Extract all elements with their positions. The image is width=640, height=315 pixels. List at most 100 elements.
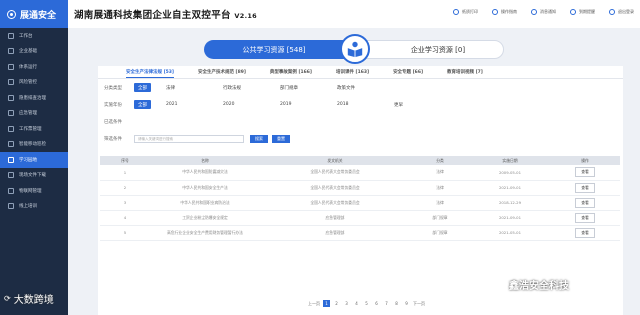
filter-type-option[interactable]: 政策文件 (337, 85, 394, 91)
filter-year-option[interactable]: 更早 (394, 102, 451, 108)
pager-page[interactable]: 2 (333, 300, 340, 307)
filter-year-row: 实施年份 全部 2021 2020 2019 2018 更早 (98, 96, 623, 113)
header-action-label: 退出登录 (618, 9, 634, 14)
pager-page[interactable]: 8 (393, 300, 400, 307)
filter-chosen-label: 已选条件 (104, 119, 122, 125)
subtab[interactable]: 教育培训视频 [7] (447, 66, 483, 78)
main-content: 公共学习资源 [548] 企业学习资源 [0] 安全生产法律法规 [53] 安全生… (68, 28, 640, 315)
filter-type-option[interactable]: 部门规章 (280, 85, 337, 91)
sidebar-item[interactable]: 应急管理 (0, 106, 68, 122)
table-cell: 法律 (410, 165, 470, 181)
subtab[interactable]: 安全生产法律法规 [53] (126, 66, 174, 78)
sidebar-item[interactable]: 隐患排查治理 (0, 90, 68, 106)
filter-type-all[interactable]: 全部 (134, 83, 151, 92)
view-button[interactable]: 查看 (575, 227, 595, 238)
sidebar-item-label: 隐患排查治理 (19, 95, 46, 101)
tab-public-resources[interactable]: 公共学习资源 [548] (204, 40, 354, 59)
filter-year-option[interactable]: 2019 (280, 102, 337, 108)
header-actions: 纸质打印 操作指南 消息通知 到期提醒 退出登录 (453, 9, 634, 15)
sidebar: 展通安全 工作台 企业基础 体系运行 风险管控隐患排查治理应急管理 工作票管理 智能移动巡… (0, 0, 68, 315)
sidebar-item[interactable]: 学习园地 (0, 152, 68, 168)
wechat-icon (493, 278, 505, 291)
view-button[interactable]: 查看 (575, 212, 595, 223)
pager-page[interactable]: 7 (383, 300, 390, 307)
table-cell: 2021-09-01 (470, 210, 550, 226)
sidebar-item-icon (8, 79, 14, 86)
pager-page[interactable]: 3 (343, 300, 350, 307)
filter-type-option[interactable]: 行政法规 (223, 85, 280, 91)
app-window: 展通安全 工作台 企业基础 体系运行 风险管控隐患排查治理应急管理 工作票管理 智能移动巡… (0, 0, 640, 315)
watermark-left: ⟳ 大数跨境 (4, 291, 54, 306)
search-button[interactable]: 搜索 (250, 134, 268, 143)
header-action[interactable]: 到期提醒 (570, 9, 595, 15)
table-cell: 2021-09-01 (470, 180, 550, 196)
filter-search-row: 筛选条件 请输入关键词进行搜索 搜索 重置 (98, 130, 623, 147)
filter-year-option[interactable]: 2018 (337, 102, 394, 108)
header-action-icon (531, 9, 537, 15)
watermark-left-text: 大数跨境 (13, 295, 54, 306)
sidebar-item-label: 物联网管理 (19, 188, 42, 194)
header-action-icon (609, 9, 615, 15)
view-button[interactable]: 查看 (575, 197, 595, 208)
watermark-left-logo-icon: ⟳ (4, 294, 11, 303)
subtab[interactable]: 培训课件 [163] (336, 66, 369, 78)
reset-button[interactable]: 重置 (272, 134, 290, 143)
sidebar-item-icon (8, 187, 14, 194)
sidebar-item[interactable]: 体系运行 (0, 59, 68, 75)
subtab[interactable]: 安全专题 [66] (393, 66, 423, 78)
filter-chosen-row: 已选条件 (98, 113, 623, 130)
table-cell: 查看 (550, 165, 620, 181)
sidebar-item-icon (8, 110, 14, 117)
sidebar-item[interactable]: 工作票管理 (0, 121, 68, 137)
filter-year-option[interactable]: 2021 (166, 102, 223, 108)
sidebar-item[interactable]: 线上培训 (0, 199, 68, 215)
pager-page[interactable]: 4 (353, 300, 360, 307)
table-header-cell: 名称 (150, 156, 260, 165)
pager-page[interactable]: 6 (373, 300, 380, 307)
table-cell: 中华人民共和国安全生产法 (150, 180, 260, 196)
search-input[interactable]: 请输入关键词进行搜索 (134, 134, 244, 143)
header-action[interactable]: 退出登录 (609, 9, 634, 15)
brand-logo[interactable]: 展通安全 (0, 0, 68, 28)
tab-enterprise-resources[interactable]: 企业学习资源 [0] (354, 40, 504, 59)
resource-tabs: 公共学习资源 [548] 企业学习资源 [0] (204, 34, 504, 64)
table-cell: 2018-12-29 (470, 195, 550, 211)
view-button[interactable]: 查看 (575, 167, 595, 178)
sidebar-item[interactable]: 智能移动巡检 (0, 137, 68, 153)
filter-year-option[interactable]: 2020 (223, 102, 280, 108)
pager-prev[interactable]: 上一页 (308, 300, 320, 307)
header-action[interactable]: 纸质打印 (453, 9, 478, 15)
table-cell: 查看 (550, 195, 620, 211)
sidebar-item[interactable]: 物联网管理 (0, 183, 68, 199)
table-header-cell: 实施日期 (470, 156, 550, 165)
table-cell: 中华人民共和国职业病防治法 (150, 195, 260, 211)
pager-next[interactable]: 下一页 (413, 300, 425, 307)
top-header: 湖南展通科技集团企业自主双控平台 V2.16 纸质打印 操作指南 消息通知 到期提醒 退… (68, 0, 640, 28)
table-cell: 部门规章 (410, 225, 470, 241)
table-row: 4 工贸企业粉尘防爆安全规定 应急管理部 部门规章 2021-09-01 查看 (100, 210, 620, 226)
table-cell: 4 (100, 210, 150, 226)
pager-page[interactable]: 1 (323, 300, 330, 307)
sidebar-item[interactable]: 现场文件下载 (0, 168, 68, 184)
view-button[interactable]: 查看 (575, 182, 595, 193)
table-cell: 应急管理部 (260, 225, 410, 241)
book-reader-icon (340, 34, 370, 64)
sidebar-item[interactable]: 工作台 (0, 28, 68, 44)
table-cell: 查看 (550, 180, 620, 196)
sidebar-item-icon (8, 94, 14, 101)
sidebar-item-label: 线上培训 (19, 204, 37, 210)
pager-page[interactable]: 9 (403, 300, 410, 307)
brand-name: 展通安全 (20, 10, 57, 21)
sidebar-item[interactable]: 企业基础 (0, 44, 68, 60)
filter-year-all[interactable]: 全部 (134, 100, 151, 109)
header-action[interactable]: 消息通知 (531, 9, 556, 15)
sidebar-item[interactable]: 风险管控 (0, 75, 68, 91)
filter-type-option[interactable]: 法律 (166, 85, 223, 91)
header-action-label: 操作指南 (501, 9, 517, 14)
subtab[interactable]: 典型事故案例 [166] (270, 66, 312, 78)
table-cell: 中华人民共和国防震减灾法 (150, 165, 260, 181)
header-action[interactable]: 操作指南 (492, 9, 517, 15)
pager-page[interactable]: 5 (363, 300, 370, 307)
table-header-cell: 发文机关 (260, 156, 410, 165)
subtab[interactable]: 安全生产技术规范 [89] (198, 66, 246, 78)
